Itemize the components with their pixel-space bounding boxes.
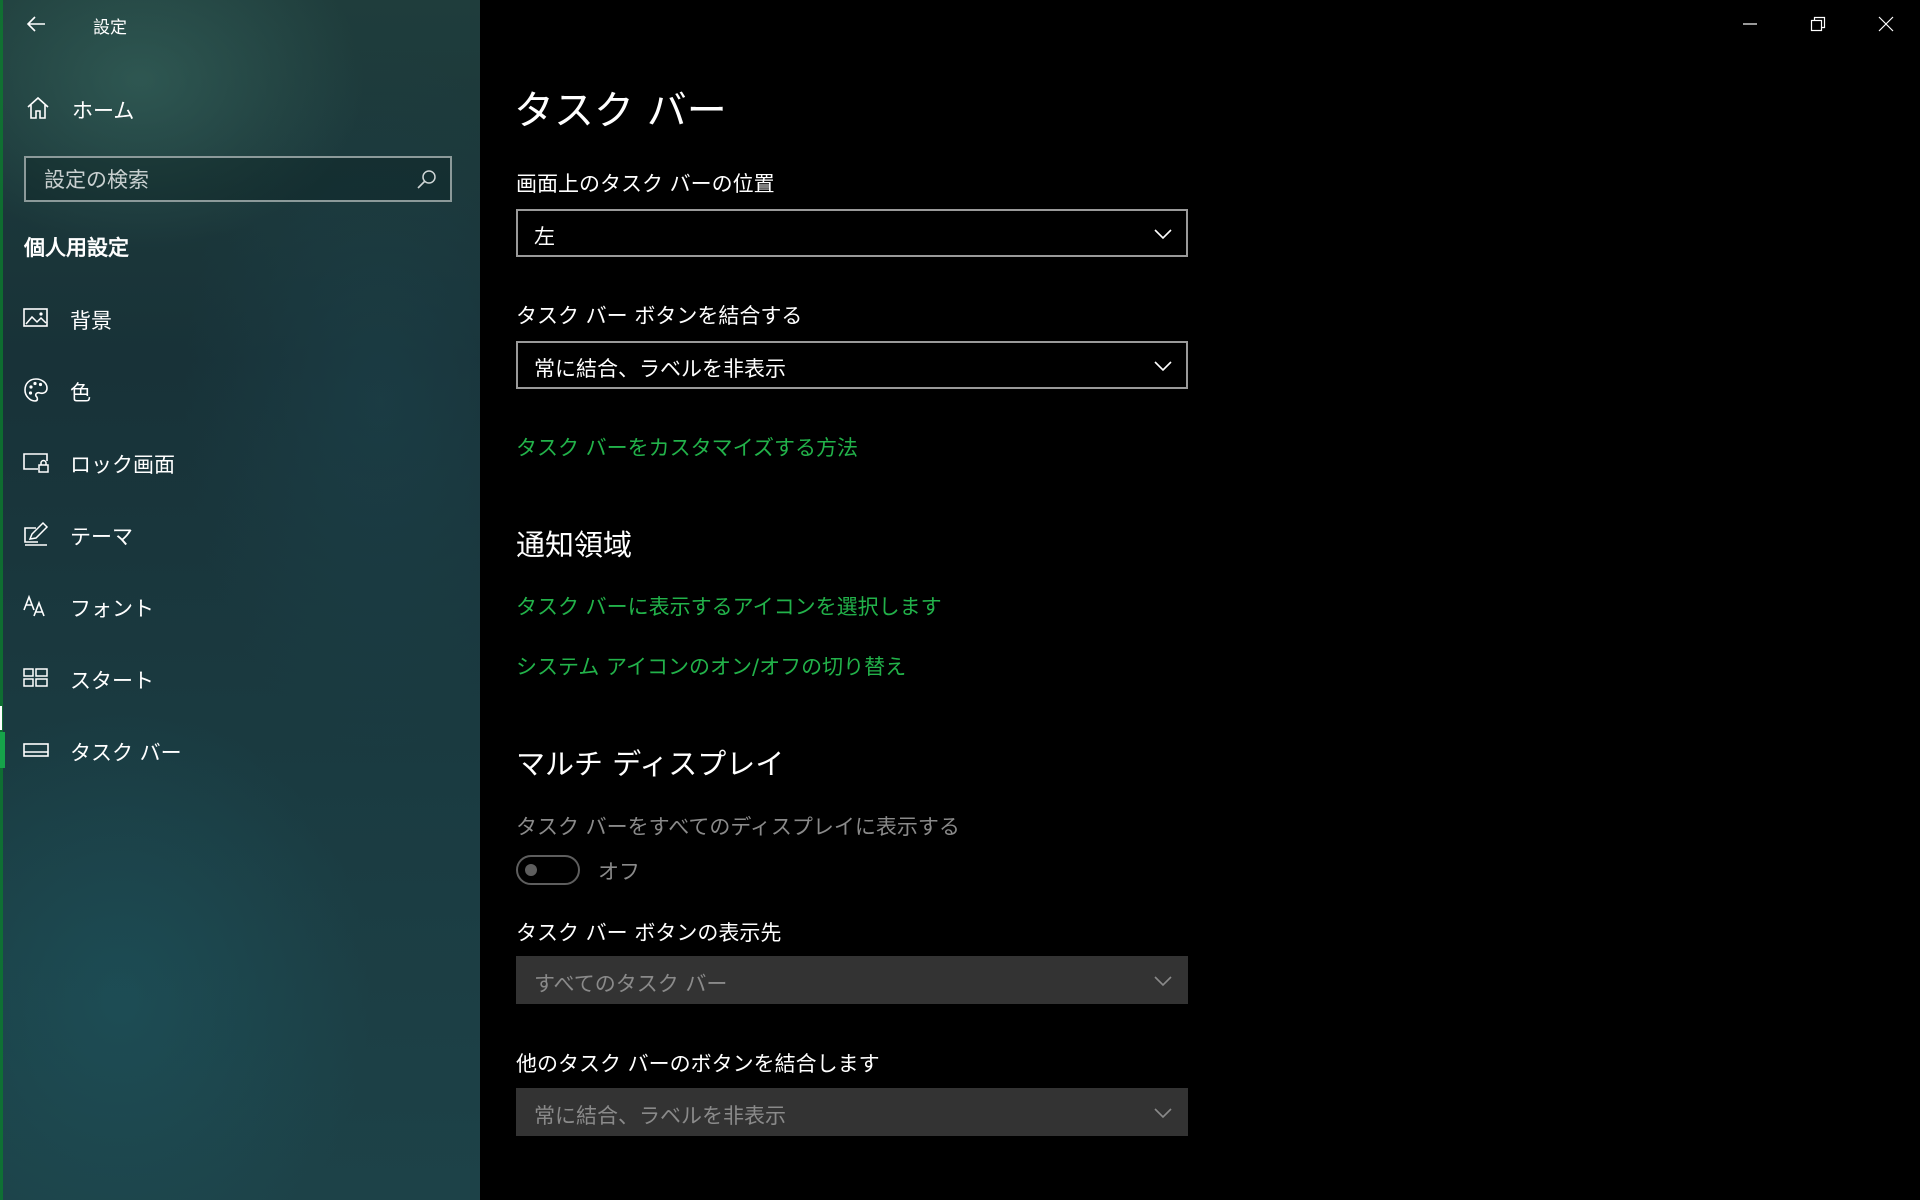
window-controls	[1716, 0, 1920, 48]
theme-icon	[24, 521, 49, 546]
toggle-state-label: オフ	[598, 860, 640, 884]
dropdown-value: 常に結合、ラベルを非表示	[534, 357, 786, 381]
taskbar-icon	[23, 743, 49, 757]
search-input[interactable]	[42, 158, 406, 202]
sidebar-item-lock-screen[interactable]: ロック画面	[0, 434, 480, 490]
buttons-on-dropdown[interactable]: すべてのタスク バー	[516, 956, 1188, 1004]
back-button[interactable]	[18, 6, 54, 42]
app-title: 設定	[93, 18, 127, 38]
settings-window: 設定 ホーム 個人用設定 背景	[0, 0, 1920, 1200]
sidebar-section-title: 個人用設定	[24, 236, 129, 260]
toggle-knob	[525, 864, 537, 876]
minimize-icon	[1743, 23, 1757, 25]
sidebar-item-start[interactable]: スタート	[0, 650, 480, 706]
customize-taskbar-link[interactable]: タスク バーをカスタマイズする方法	[516, 432, 858, 462]
close-icon	[1878, 16, 1894, 32]
show-all-displays-toggle[interactable]	[516, 855, 580, 885]
sidebar-item-label: テーマ	[70, 525, 133, 549]
sidebar-item-home[interactable]: ホーム	[0, 86, 480, 130]
dropdown-value: 左	[534, 225, 555, 249]
buttons-on-label: タスク バー ボタンの表示先	[516, 921, 782, 945]
palette-icon	[24, 378, 48, 402]
multi-display-heading: マルチ ディスプレイ	[516, 747, 785, 781]
sidebar: 設定 ホーム 個人用設定 背景	[0, 0, 480, 1200]
home-icon	[27, 96, 49, 119]
sidebar-item-fonts[interactable]: フォント	[0, 578, 480, 634]
title-bar-left: 設定	[0, 0, 480, 48]
taskbar-position-label: 画面上のタスク バーの位置	[516, 172, 775, 196]
sidebar-item-taskbar[interactable]: タスク バー	[0, 722, 480, 778]
sidebar-item-color[interactable]: 色	[0, 362, 480, 418]
chevron-down-icon	[1154, 229, 1172, 240]
sidebar-item-label: ロック画面	[70, 453, 175, 477]
combine-other-label: 他のタスク バーのボタンを結合します	[516, 1052, 880, 1076]
sidebar-item-theme[interactable]: テーマ	[0, 506, 480, 562]
restore-button[interactable]	[1784, 0, 1852, 48]
home-label: ホーム	[72, 99, 135, 123]
picture-icon	[23, 308, 48, 327]
taskbar-position-dropdown[interactable]: 左	[516, 209, 1188, 257]
dropdown-value: 常に結合、ラベルを非表示	[534, 1104, 786, 1128]
search-box[interactable]	[24, 156, 452, 202]
sidebar-item-label: スタート	[70, 669, 154, 693]
start-icon	[23, 668, 48, 687]
back-arrow-icon	[26, 16, 45, 32]
sidebar-item-background[interactable]: 背景	[0, 290, 480, 346]
show-all-displays-label: タスク バーをすべてのディスプレイに表示する	[516, 815, 960, 839]
minimize-button[interactable]	[1716, 0, 1784, 48]
combine-other-dropdown[interactable]: 常に結合、ラベルを非表示	[516, 1088, 1188, 1136]
restore-icon	[1810, 16, 1826, 32]
font-icon	[23, 594, 45, 617]
combine-buttons-dropdown[interactable]: 常に結合、ラベルを非表示	[516, 341, 1188, 389]
search-icon[interactable]	[416, 168, 438, 190]
main-content: タスク バー 画面上のタスク バーの位置 左 タスク バー ボタンを結合する 常…	[480, 0, 1920, 1200]
select-icons-link[interactable]: タスク バーに表示するアイコンを選択します	[516, 591, 942, 621]
sidebar-item-label: タスク バー	[70, 741, 182, 765]
chevron-down-icon	[1154, 1108, 1172, 1119]
active-indicator	[0, 732, 5, 768]
sidebar-item-label: フォント	[70, 597, 154, 621]
page-title: タスク バー	[514, 88, 727, 134]
system-icons-link[interactable]: システム アイコンのオン/オフの切り替え	[516, 651, 906, 681]
chevron-down-icon	[1154, 361, 1172, 372]
chevron-down-icon	[1154, 976, 1172, 987]
notification-area-heading: 通知領域	[516, 528, 633, 562]
close-button[interactable]	[1852, 0, 1920, 48]
combine-buttons-label: タスク バー ボタンを結合する	[516, 304, 803, 328]
dropdown-value: すべてのタスク バー	[534, 972, 728, 996]
sidebar-item-label: 背景	[70, 309, 112, 333]
sidebar-item-label: 色	[70, 381, 91, 405]
lock-screen-icon	[23, 453, 49, 473]
